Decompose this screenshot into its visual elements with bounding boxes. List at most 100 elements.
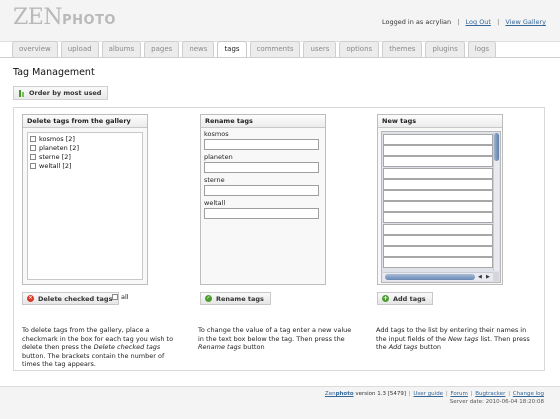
bars-icon [18, 89, 25, 97]
rename-tag-label: kosmos [204, 130, 229, 138]
all-label: all [121, 293, 129, 301]
tab-plugins[interactable]: plugins [425, 41, 465, 57]
tag-label: planeten [2] [39, 143, 79, 152]
tag-label: weltall [2] [39, 161, 72, 170]
checkmark-icon: ✓ [205, 295, 212, 302]
new-tag-input[interactable] [383, 167, 493, 179]
list-item: weltall [204, 198, 322, 221]
new-tag-input[interactable] [383, 190, 493, 201]
rename-tag-label: weltall [204, 199, 226, 207]
new-tags-help-text: Add tags to the list by entering their n… [376, 326, 531, 352]
new-tag-input[interactable] [383, 156, 493, 168]
version-text: version 1.3 [5479] [355, 391, 407, 397]
list-item[interactable]: sterne [2] [30, 152, 140, 161]
delete-tags-panel: Delete tags from the gallery kosmos [2] … [22, 114, 148, 285]
rename-tag-input[interactable] [204, 185, 319, 196]
scrollbar-thumb[interactable] [385, 274, 475, 280]
tag-management-frame: Delete tags from the gallery kosmos [2] … [13, 107, 545, 371]
tag-label: kosmos [2] [39, 134, 75, 143]
logo-photo: PHOTO [62, 13, 116, 28]
list-item: planeten [204, 152, 322, 175]
user-bar: Logged in as acrylian | Log Out | View G… [382, 18, 546, 26]
rename-tag-label: planeten [204, 153, 233, 161]
header: ZEN PHOTO Logged in as acrylian | Log Ou… [0, 0, 560, 42]
scroll-left-icon[interactable]: ◀ [478, 273, 482, 282]
list-item[interactable]: weltall [2] [30, 161, 140, 170]
delete-panel-title: Delete tags from the gallery [23, 115, 147, 128]
select-all-checkbox[interactable]: all [112, 293, 129, 301]
new-tag-input[interactable] [383, 223, 493, 235]
rename-tag-label: sterne [204, 176, 225, 184]
rename-tag-input[interactable] [204, 139, 319, 150]
rename-tags-panel: Rename tags kosmos planeten sterne welta… [200, 114, 326, 285]
delete-icon: × [27, 295, 34, 302]
new-tag-input[interactable] [383, 134, 493, 145]
tag-checkbox[interactable] [30, 144, 36, 151]
horizontal-scrollbar[interactable]: ◀ ▶ [383, 272, 493, 281]
new-tag-input[interactable] [383, 246, 493, 257]
tab-themes[interactable]: themes [382, 41, 423, 57]
new-tag-input[interactable] [383, 178, 493, 190]
forum-link[interactable]: Forum [450, 391, 467, 397]
main-tabs: overview upload albums pages news tags c… [12, 41, 497, 58]
tag-checkbox[interactable] [30, 153, 36, 160]
tab-pages[interactable]: pages [144, 41, 180, 57]
tab-albums[interactable]: albums [101, 41, 142, 57]
zenphoto-logo[interactable]: ZEN PHOTO [13, 7, 116, 29]
scrollbar-thumb[interactable] [494, 133, 499, 161]
rename-tag-input[interactable] [204, 208, 319, 219]
change-log-link[interactable]: Change log [513, 391, 544, 397]
add-tags-button[interactable]: + Add tags [377, 292, 433, 305]
tab-options[interactable]: options [339, 41, 380, 57]
scroll-right-icon[interactable]: ▶ [486, 273, 490, 282]
tab-upload[interactable]: upload [60, 41, 99, 57]
delete-help-text: To delete tags from the gallery, place a… [22, 326, 177, 369]
tab-tags[interactable]: tags [217, 41, 247, 58]
scroll-corner [493, 272, 499, 281]
view-gallery-link[interactable]: View Gallery [505, 18, 546, 26]
server-date: Server date: 2010-06-04 18:20:08 [449, 399, 544, 405]
new-tag-input[interactable] [383, 201, 493, 213]
new-tags-scroll-area[interactable]: ◀ ▶ [381, 131, 501, 283]
new-tag-input[interactable] [383, 257, 493, 269]
brand-photo: photo [335, 391, 354, 397]
tag-checkbox[interactable] [30, 162, 36, 169]
list-item[interactable]: kosmos [2] [30, 134, 140, 143]
logo-zen: ZEN [13, 5, 63, 30]
add-button-label: Add tags [393, 294, 426, 303]
list-item: kosmos [204, 129, 322, 152]
tag-label: sterne [2] [39, 152, 71, 161]
new-tag-input[interactable] [383, 145, 493, 157]
tag-checkbox[interactable] [30, 135, 36, 142]
help-text: button. The brackets contain the number … [22, 351, 165, 369]
tab-overview[interactable]: overview [12, 41, 58, 57]
help-text: button [417, 343, 442, 352]
order-by-most-used-button[interactable]: Order by most used [13, 86, 109, 100]
logged-in-text: Logged in as acrylian [382, 18, 452, 26]
new-tag-input[interactable] [383, 212, 493, 224]
vertical-scrollbar[interactable] [493, 133, 499, 271]
add-icon: + [382, 295, 389, 302]
delete-button-label: Delete checked tags [38, 294, 113, 303]
tab-users[interactable]: users [303, 41, 337, 57]
new-panel-title: New tags [378, 115, 502, 128]
bugtracker-link[interactable]: Bugtracker [475, 391, 505, 397]
tab-news[interactable]: news [182, 41, 215, 57]
tab-logs[interactable]: logs [467, 41, 497, 57]
help-emphasis: Rename tags [198, 343, 242, 352]
user-guide-link[interactable]: User guide [413, 391, 443, 397]
list-item[interactable]: planeten [2] [30, 143, 140, 152]
delete-checked-tags-button[interactable]: × Delete checked tags [22, 292, 120, 305]
new-tag-input[interactable] [383, 234, 493, 246]
page-title: Tag Management [13, 67, 95, 78]
tab-comments[interactable]: comments [249, 41, 301, 57]
help-text: To change the value of a tag enter a new… [198, 326, 352, 343]
rename-tags-button[interactable]: ✓ Rename tags [200, 292, 271, 305]
zenphoto-home-link[interactable]: Zenphoto [325, 391, 354, 397]
delete-tag-list: kosmos [2] planeten [2] sterne [2] welta… [27, 132, 143, 280]
all-checkbox[interactable] [112, 294, 118, 300]
list-item: sterne [204, 175, 322, 198]
help-emphasis: Delete checked tags [93, 343, 161, 352]
rename-tag-input[interactable] [204, 162, 319, 173]
logout-link[interactable]: Log Out [466, 18, 491, 26]
